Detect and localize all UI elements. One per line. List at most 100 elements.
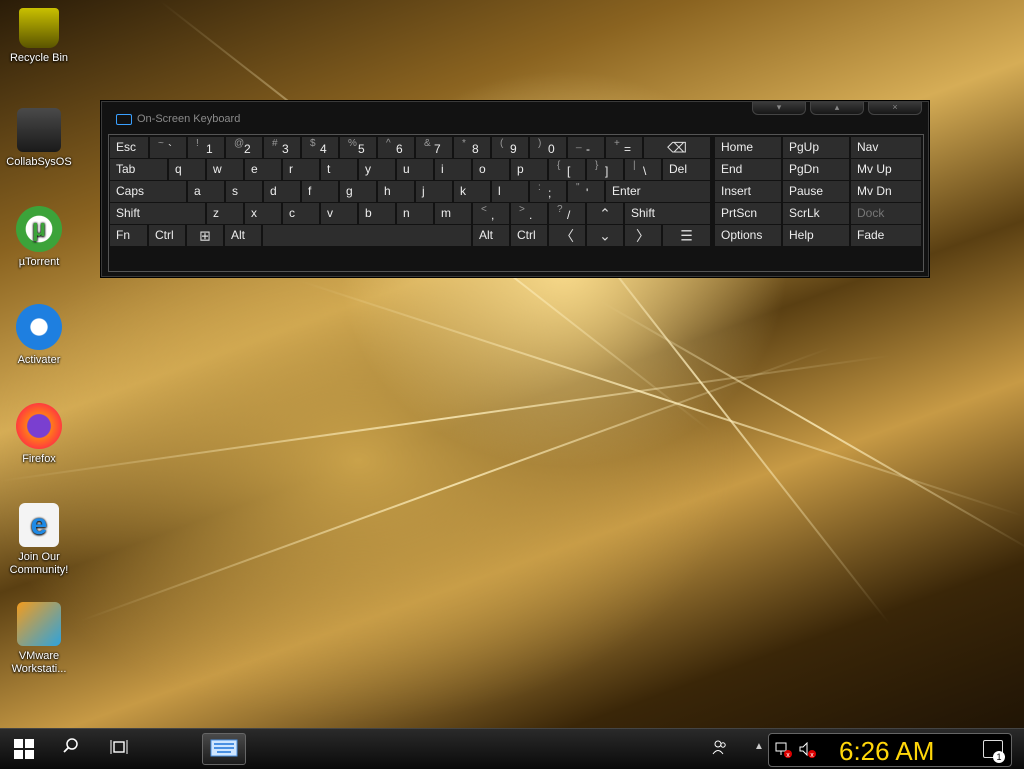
- nav-key-home[interactable]: Home: [715, 137, 781, 158]
- key-row4-3[interactable]: c: [283, 203, 319, 224]
- arrow-up-key[interactable]: ⌃: [587, 203, 623, 224]
- nav-key-fade[interactable]: Fade: [851, 225, 921, 246]
- windows-key[interactable]: ⊞: [187, 225, 223, 246]
- nav-key-help[interactable]: Help: [783, 225, 849, 246]
- key-row1-4[interactable]: #3: [264, 137, 300, 158]
- key-row2-11[interactable]: {[: [549, 159, 585, 180]
- key-row3-0[interactable]: Caps: [110, 181, 186, 202]
- key-row3-5[interactable]: g: [340, 181, 376, 202]
- maximize-button[interactable]: ▴: [810, 102, 864, 115]
- key-row2-5[interactable]: t: [321, 159, 357, 180]
- task-view-icon[interactable]: [110, 739, 128, 755]
- key-row2-13[interactable]: | \: [625, 159, 661, 180]
- key-row1-3[interactable]: @2: [226, 137, 262, 158]
- notification-center-icon[interactable]: 1: [983, 740, 1005, 763]
- taskbar-osk-button[interactable]: [202, 733, 246, 765]
- key-row3-11[interactable]: " ': [568, 181, 604, 202]
- key-row3-7[interactable]: j: [416, 181, 452, 202]
- key-row3-6[interactable]: h: [378, 181, 414, 202]
- desktop-icon-utorrent[interactable]: µ µTorrent: [4, 206, 74, 269]
- key-row1-13[interactable]: + =: [606, 137, 642, 158]
- search-icon[interactable]: [63, 738, 79, 754]
- arrow-right-key[interactable]: 〉: [625, 225, 661, 246]
- nav-key-dock[interactable]: Dock: [851, 203, 921, 224]
- key-row3-2[interactable]: s: [226, 181, 262, 202]
- key-row2-14[interactable]: Del: [663, 159, 710, 180]
- key-row2-7[interactable]: u: [397, 159, 433, 180]
- key-row3-1[interactable]: a: [188, 181, 224, 202]
- key-row5-2[interactable]: Alt: [225, 225, 261, 246]
- key-row1-10[interactable]: (9: [492, 137, 528, 158]
- key-row1-6[interactable]: % 5: [340, 137, 376, 158]
- key-row3-3[interactable]: d: [264, 181, 300, 202]
- nav-key-options[interactable]: Options: [715, 225, 781, 246]
- key-row4-1[interactable]: z: [207, 203, 243, 224]
- key-row1-11[interactable]: ) 0: [530, 137, 566, 158]
- key-row1-1[interactable]: ~ `: [150, 137, 186, 158]
- nav-key-pgup[interactable]: PgUp: [783, 137, 849, 158]
- volume-muted-icon[interactable]: x: [799, 742, 817, 758]
- key-row2-8[interactable]: i: [435, 159, 471, 180]
- key-row2-12[interactable]: }]: [587, 159, 623, 180]
- show-hidden-icons-chevron-icon[interactable]: ▲: [754, 741, 764, 752]
- key-row1-2[interactable]: ! 1: [188, 137, 224, 158]
- key-row4-5[interactable]: b: [359, 203, 395, 224]
- key-row3-10[interactable]: :;: [530, 181, 566, 202]
- key-row3-4[interactable]: f: [302, 181, 338, 202]
- nav-key-mv-dn[interactable]: Mv Dn: [851, 181, 921, 202]
- nav-key-insert[interactable]: Insert: [715, 181, 781, 202]
- people-icon[interactable]: [712, 739, 728, 755]
- desktop-icon-vmware[interactable]: VMware Workstati...: [4, 602, 74, 676]
- key-row1-8[interactable]: & 7: [416, 137, 452, 158]
- key-row4-0[interactable]: Shift: [110, 203, 205, 224]
- key-row4-9[interactable]: >.: [511, 203, 547, 224]
- nav-key-pgdn[interactable]: PgDn: [783, 159, 849, 180]
- spacebar[interactable]: [263, 225, 471, 246]
- key-row2-0[interactable]: Tab: [110, 159, 167, 180]
- key-row4-4[interactable]: v: [321, 203, 357, 224]
- key-row2-10[interactable]: p: [511, 159, 547, 180]
- key-row2-3[interactable]: e: [245, 159, 281, 180]
- nav-key-nav[interactable]: Nav: [851, 137, 921, 158]
- key-row3-9[interactable]: l: [492, 181, 528, 202]
- desktop-icon-firefox[interactable]: Firefox: [4, 403, 74, 466]
- key-row2-2[interactable]: w: [207, 159, 243, 180]
- key-row1-7[interactable]: ^ 6: [378, 137, 414, 158]
- key-row3-8[interactable]: k: [454, 181, 490, 202]
- key-row4-2[interactable]: x: [245, 203, 281, 224]
- minimize-button[interactable]: ▾: [752, 102, 806, 115]
- key-row5-0[interactable]: Fn: [110, 225, 147, 246]
- title-bar[interactable]: On-Screen Keyboard ▾ ▴ ×: [102, 102, 928, 134]
- close-button[interactable]: ×: [868, 102, 922, 115]
- key-row2-1[interactable]: q: [169, 159, 205, 180]
- nav-key-mv-up[interactable]: Mv Up: [851, 159, 921, 180]
- key-row5-3[interactable]: Alt: [473, 225, 509, 246]
- key-row4-11[interactable]: Shift: [625, 203, 710, 224]
- key-row2-9[interactable]: o: [473, 159, 509, 180]
- key-row4-10[interactable]: ? /: [549, 203, 585, 224]
- key-row3-12[interactable]: Enter: [606, 181, 710, 202]
- backspace-key[interactable]: ⌫: [644, 137, 710, 158]
- network-disconnected-icon[interactable]: x: [775, 742, 793, 758]
- key-row5-4[interactable]: Ctrl: [511, 225, 547, 246]
- desktop-icon-collabsysos[interactable]: CollabSysOS: [4, 108, 74, 169]
- key-row4-6[interactable]: n: [397, 203, 433, 224]
- key-row4-7[interactable]: m: [435, 203, 471, 224]
- arrow-left-key[interactable]: 〈: [549, 225, 585, 246]
- nav-key-scrlk[interactable]: ScrLk: [783, 203, 849, 224]
- key-row1-12[interactable]: _ -: [568, 137, 604, 158]
- desktop-icon-join-community[interactable]: e Join Our Community!: [4, 503, 74, 577]
- key-row4-8[interactable]: <,: [473, 203, 509, 224]
- arrow-down-key[interactable]: ⌄: [587, 225, 623, 246]
- key-row1-9[interactable]: * 8: [454, 137, 490, 158]
- start-button[interactable]: [14, 739, 34, 759]
- nav-key-end[interactable]: End: [715, 159, 781, 180]
- key-row2-4[interactable]: r: [283, 159, 319, 180]
- nav-key-prtscn[interactable]: PrtScn: [715, 203, 781, 224]
- key-row1-5[interactable]: $4: [302, 137, 338, 158]
- nav-key-pause[interactable]: Pause: [783, 181, 849, 202]
- key-row2-6[interactable]: y: [359, 159, 395, 180]
- key-row1-0[interactable]: Esc: [110, 137, 148, 158]
- desktop-icon-recycle-bin[interactable]: Recycle Bin: [4, 8, 74, 65]
- desktop-icon-activater[interactable]: Activater: [4, 304, 74, 367]
